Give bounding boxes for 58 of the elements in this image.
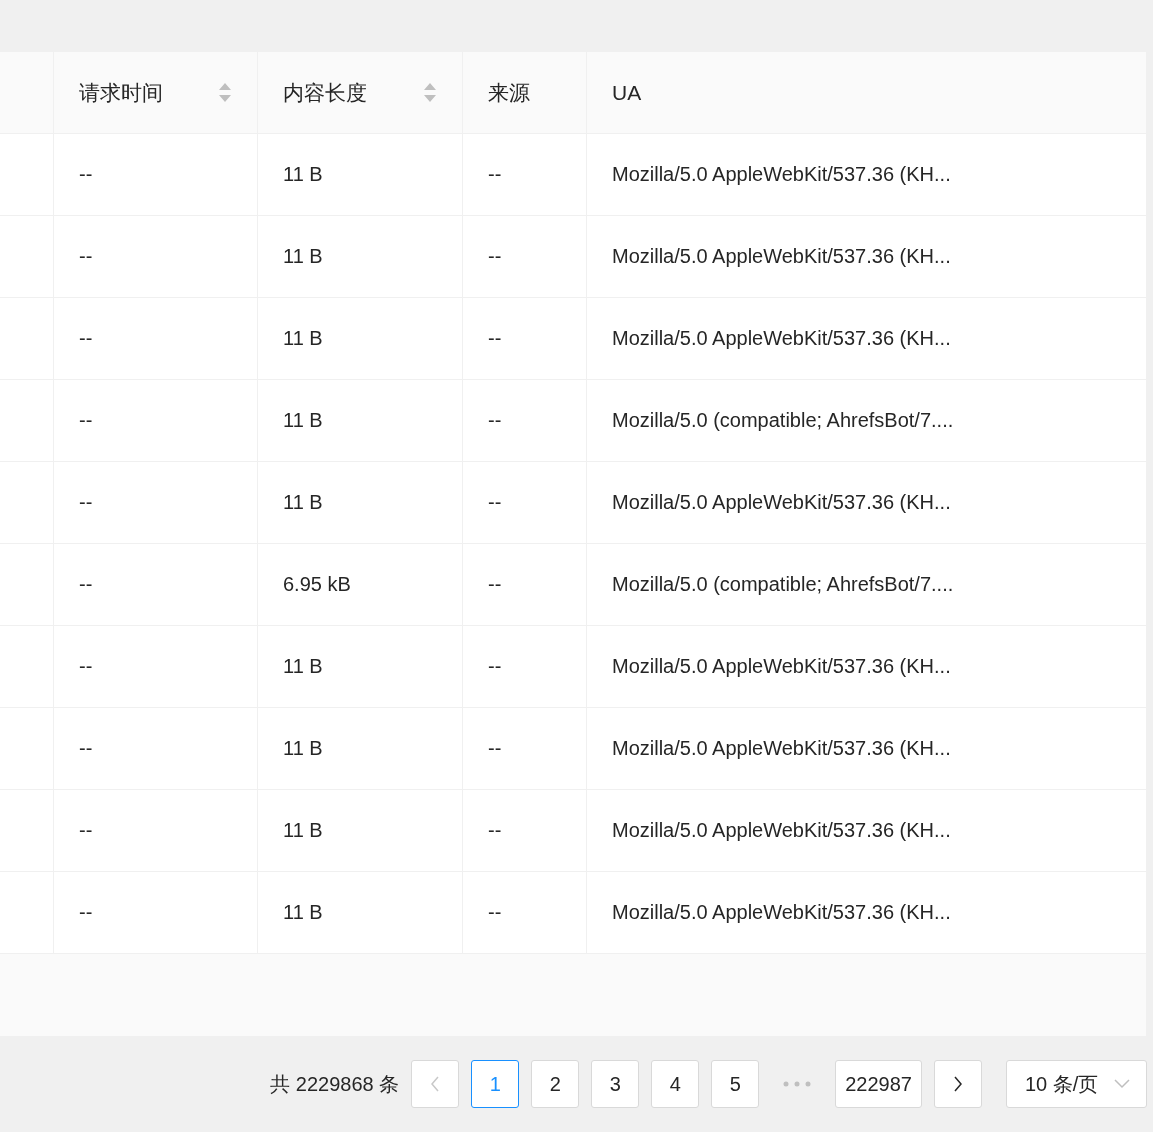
column-header: 内容长度 <box>283 79 367 106</box>
table-cell: 11 B <box>283 245 323 268</box>
table-cell: -- <box>79 573 93 596</box>
ellipsis-icon[interactable] <box>783 1081 812 1087</box>
table-cell: -- <box>488 245 502 268</box>
table-cell: Mozilla/5.0 AppleWebKit/537.36 (KH... <box>612 163 951 186</box>
table-cell: 11 B <box>283 819 323 842</box>
table-cell: -- <box>488 163 502 186</box>
table-cell: 11 B <box>283 327 323 350</box>
page-button[interactable]: 3 <box>591 1060 640 1108</box>
table-cell: -- <box>79 901 93 924</box>
chevron-right-icon <box>953 1076 963 1092</box>
table-cell: -- <box>488 327 502 350</box>
table-cell: -- <box>79 491 93 514</box>
table-cell: 11 B <box>283 737 323 760</box>
table-cell: Mozilla/5.0 AppleWebKit/537.36 (KH... <box>612 737 951 760</box>
table-cell: -- <box>488 655 502 678</box>
sort-icon[interactable] <box>219 82 231 103</box>
chevron-left-icon <box>430 1076 441 1092</box>
table-cell: -- <box>79 819 93 842</box>
next-page-button[interactable] <box>934 1060 982 1108</box>
table-cell: -- <box>79 327 93 350</box>
table-cell: Mozilla/5.0 AppleWebKit/537.36 (KH... <box>612 491 951 514</box>
table-cell: Mozilla/5.0 AppleWebKit/537.36 (KH... <box>612 327 951 350</box>
table-cell: Mozilla/5.0 (compatible; AhrefsBot/7.... <box>612 409 954 432</box>
table-cell: -- <box>79 163 93 186</box>
table-cell: 11 B <box>283 409 323 432</box>
total-count: 共 2229868 条 <box>270 1071 400 1097</box>
page-button[interactable]: 4 <box>651 1060 700 1108</box>
table-cell: Mozilla/5.0 AppleWebKit/537.36 (KH... <box>612 655 951 678</box>
table-cell: Mozilla/5.0 (compatible; AhrefsBot/7.... <box>612 573 954 596</box>
table-cell: 11 B <box>283 163 323 186</box>
table-cell: -- <box>488 901 502 924</box>
page-button[interactable]: 2 <box>531 1060 580 1108</box>
table-cell: -- <box>79 245 93 268</box>
table-cell: Mozilla/5.0 AppleWebKit/537.36 (KH... <box>612 901 951 924</box>
table-cell: -- <box>79 409 93 432</box>
chevron-down-icon <box>1114 1079 1130 1089</box>
sort-icon[interactable] <box>424 82 436 103</box>
table-cell: -- <box>488 819 502 842</box>
table-cell: -- <box>488 737 502 760</box>
table-cell: 6.95 kB <box>283 573 351 596</box>
table-cell: 11 B <box>283 491 323 514</box>
column-header: 请求时间 <box>79 79 163 106</box>
column-header: 来源 <box>488 79 530 106</box>
table-cell: -- <box>488 573 502 596</box>
page-button[interactable]: 222987 <box>835 1060 922 1108</box>
page-button[interactable]: 5 <box>711 1060 760 1108</box>
table-cell: Mozilla/5.0 AppleWebKit/537.36 (KH... <box>612 819 951 842</box>
table-cell: -- <box>79 737 93 760</box>
table-cell: -- <box>488 491 502 514</box>
table-cell: 11 B <box>283 655 323 678</box>
page-size-select[interactable]: 10 条/页 <box>1006 1060 1147 1108</box>
table-cell: Mozilla/5.0 AppleWebKit/537.36 (KH... <box>612 245 951 268</box>
table-cell: -- <box>79 655 93 678</box>
column-header: UA <box>612 80 642 105</box>
table-cell: -- <box>488 409 502 432</box>
table-cell: 11 B <box>283 901 323 924</box>
